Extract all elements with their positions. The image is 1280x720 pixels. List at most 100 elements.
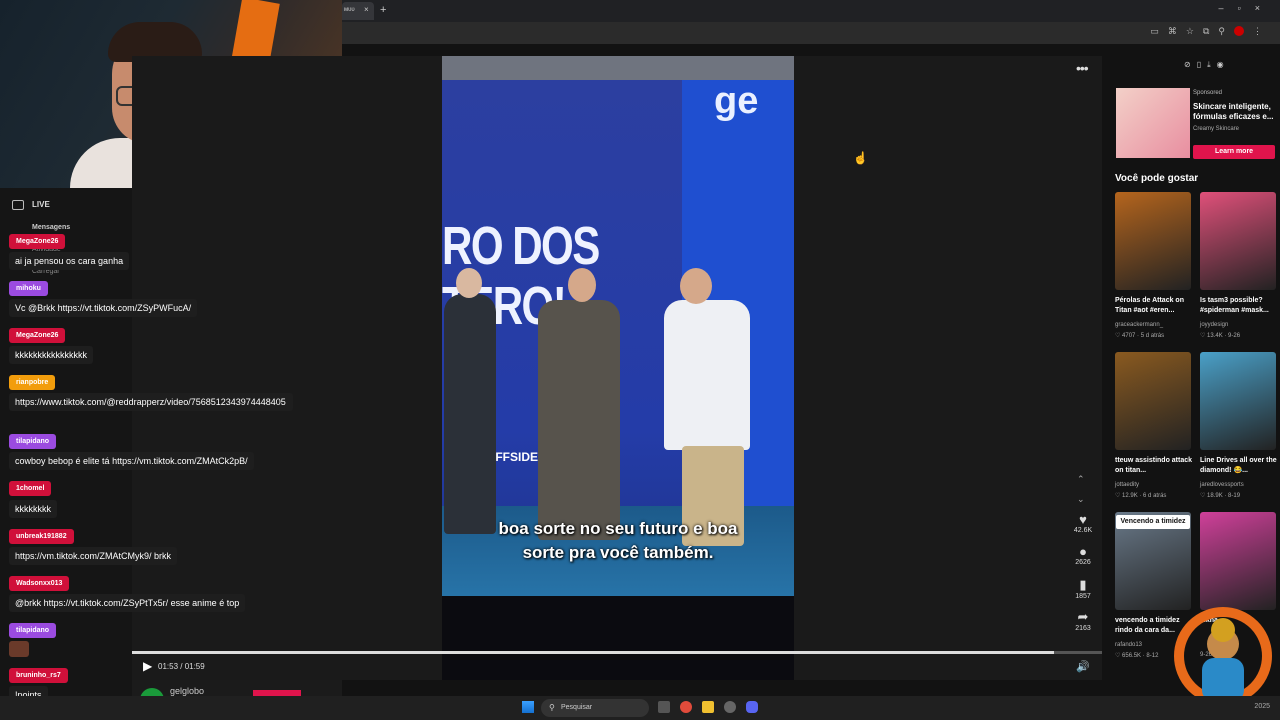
like-count: 42.6K: [1073, 527, 1093, 534]
play-icon[interactable]: ▶: [143, 659, 152, 673]
suggestion-author[interactable]: rafando13: [1115, 642, 1142, 648]
suggestion-author[interactable]: joyydesign: [1200, 322, 1228, 328]
suggestion-author[interactable]: graceackermann_: [1115, 322, 1163, 328]
suggestion-author[interactable]: jottaedity: [1115, 482, 1139, 488]
address-bar[interactable]: [342, 22, 1280, 44]
streamer-mascot-logo: [1174, 607, 1272, 705]
share-icon: ➦: [1077, 609, 1089, 624]
chat-username[interactable]: tilapidano: [9, 623, 57, 638]
suggestion-thumbnail[interactable]: [1200, 512, 1276, 610]
person-left: [444, 294, 496, 534]
block-icon[interactable]: ⊘: [1184, 60, 1191, 70]
chat-message: cowboy bebop é elite tá https://vm.tikto…: [9, 452, 254, 470]
bookmark-star-icon[interactable]: ☆: [1186, 26, 1194, 37]
audience: [442, 596, 794, 680]
ad-advertiser: Creamy Skincare: [1193, 126, 1240, 132]
suggestion-title[interactable]: Pérolas de Attack on Titan #aot #eren...: [1115, 296, 1193, 316]
person-center: [538, 300, 620, 540]
video-progress-fill: [132, 651, 1054, 654]
comment-count: 2626: [1075, 559, 1091, 566]
save-count: 1857: [1075, 593, 1091, 600]
chrome-icon[interactable]: [680, 701, 692, 713]
download-icon[interactable]: ⤓: [1207, 60, 1211, 70]
extensions-icon[interactable]: ⧉: [1203, 26, 1209, 37]
chat-username[interactable]: rianpobre: [9, 375, 56, 390]
minimize-button[interactable]: –: [1219, 3, 1224, 13]
heart-icon: ♥: [1079, 512, 1087, 527]
chat-message: kkkkkkkkkkkkkkkk: [9, 346, 93, 364]
tab-label: ᴍᴜᴜ: [344, 7, 355, 13]
caption-line-2: sorte pra você também.: [522, 543, 714, 562]
suggestion-thumbnail[interactable]: [1115, 352, 1191, 450]
panel-icons: ⊘ ▯ ⤓ ◉: [1184, 60, 1224, 70]
comment-button[interactable]: ● 2626: [1066, 544, 1100, 566]
chat-username[interactable]: MegaZone26: [9, 234, 66, 249]
chat-message: [9, 641, 29, 657]
suggestion-thumbnail[interactable]: [1115, 192, 1191, 290]
hand-cursor-icon: ☝: [853, 151, 868, 165]
person-right-head: [680, 268, 712, 304]
video-player[interactable]: ge RO DOS TERO! OFFSIDE: [442, 56, 794, 680]
sponsored-label: Sponsored: [1193, 90, 1223, 96]
discord-icon[interactable]: [746, 701, 758, 713]
chat-username[interactable]: mihoku: [9, 281, 48, 296]
profile-icon[interactable]: ◉: [1217, 60, 1224, 70]
caption-line-1: boa sorte no seu futuro e boa: [498, 519, 738, 538]
suggestion-stats: ♡ 656.5K · 8-12: [1115, 653, 1159, 659]
tab-close-icon[interactable]: ×: [364, 5, 369, 14]
suggestion-author[interactable]: jaredlovessports: [1200, 482, 1244, 488]
person-left-head: [456, 268, 482, 298]
chat-message: ai ja pensou os cara ganha: [9, 252, 130, 270]
window-controls: – ▫ ×: [1219, 3, 1260, 13]
folder-icon[interactable]: [702, 701, 714, 713]
phone-icon[interactable]: ▯: [1197, 60, 1201, 70]
settings-icon[interactable]: [724, 701, 736, 713]
chat-username[interactable]: 1chomel: [9, 481, 52, 496]
task-view-icon[interactable]: [658, 701, 670, 713]
windows-start-icon[interactable]: [522, 701, 534, 713]
learn-more-button[interactable]: Learn more: [1193, 145, 1275, 159]
more-options-icon[interactable]: •••: [1076, 60, 1089, 76]
previous-video-icon[interactable]: ⌃: [1077, 469, 1085, 489]
translate-icon[interactable]: ⌘: [1168, 26, 1177, 37]
new-tab-button[interactable]: +: [380, 4, 386, 16]
menu-icon[interactable]: ⋮: [1253, 26, 1262, 37]
share-button[interactable]: ➦ 2163: [1066, 609, 1100, 632]
person-center-head: [568, 268, 596, 302]
save-button[interactable]: ▮ 1857: [1066, 577, 1100, 600]
author-name[interactable]: gelglobo: [170, 686, 204, 696]
chat-message: Vc @Brkk https://vt.tiktok.com/ZSyPWFucA…: [9, 299, 198, 317]
chat-username[interactable]: tilapidano: [9, 434, 57, 449]
volume-icon[interactable]: 🔊: [1076, 660, 1090, 673]
record-icon[interactable]: [1234, 26, 1244, 36]
chat-username[interactable]: Wadsonxx013: [9, 576, 70, 591]
ge-logo: ge: [714, 80, 759, 122]
chat-username[interactable]: MegaZone26: [9, 328, 66, 343]
suggestion-title[interactable]: Line Drives all over the diamond! 😂...: [1200, 456, 1278, 476]
chat-username[interactable]: unbreak191882: [9, 529, 74, 544]
video-time: 01:53 / 01:59: [158, 662, 205, 671]
taskbar-search[interactable]: Pesquisar: [541, 699, 649, 717]
suggestion-title[interactable]: tteuw assistindo attack on titan...: [1115, 456, 1193, 476]
suggestion-thumbnail[interactable]: [1200, 352, 1276, 450]
bookmark-icon: ▮: [1079, 577, 1087, 592]
maximize-button[interactable]: ▫: [1238, 3, 1241, 13]
search-icon: ⚲: [549, 703, 555, 712]
ad-image[interactable]: [1116, 88, 1190, 158]
browser-tab[interactable]: ᴍᴜᴜ: [342, 2, 374, 20]
chat-message: https://vm.tiktok.com/ZMAtCMyk9/ brkk: [9, 547, 178, 565]
cast-icon[interactable]: ▭: [1150, 26, 1159, 37]
menu-item-messages[interactable]: Mensagens: [32, 224, 70, 231]
next-video-icon[interactable]: ⌄: [1077, 489, 1085, 509]
chat-username[interactable]: bruninho_rs7: [9, 668, 68, 683]
stage-ceiling: [442, 56, 794, 80]
like-button[interactable]: ♥ 42.6K: [1066, 512, 1100, 534]
filter-icon[interactable]: ⚲: [1218, 26, 1225, 37]
author-row: gelglobo: [170, 686, 204, 696]
browser-tab-strip: [342, 0, 1280, 22]
suggestion-thumbnail[interactable]: [1200, 192, 1276, 290]
ad-title[interactable]: Skincare inteligente, fórmulas eficazes …: [1193, 102, 1277, 122]
suggestion-stats: ♡ 18.9K · 8-19: [1200, 493, 1241, 499]
suggestion-title[interactable]: Is tasm3 possible? #spiderman #mask...: [1200, 296, 1278, 316]
close-window-button[interactable]: ×: [1255, 3, 1260, 13]
